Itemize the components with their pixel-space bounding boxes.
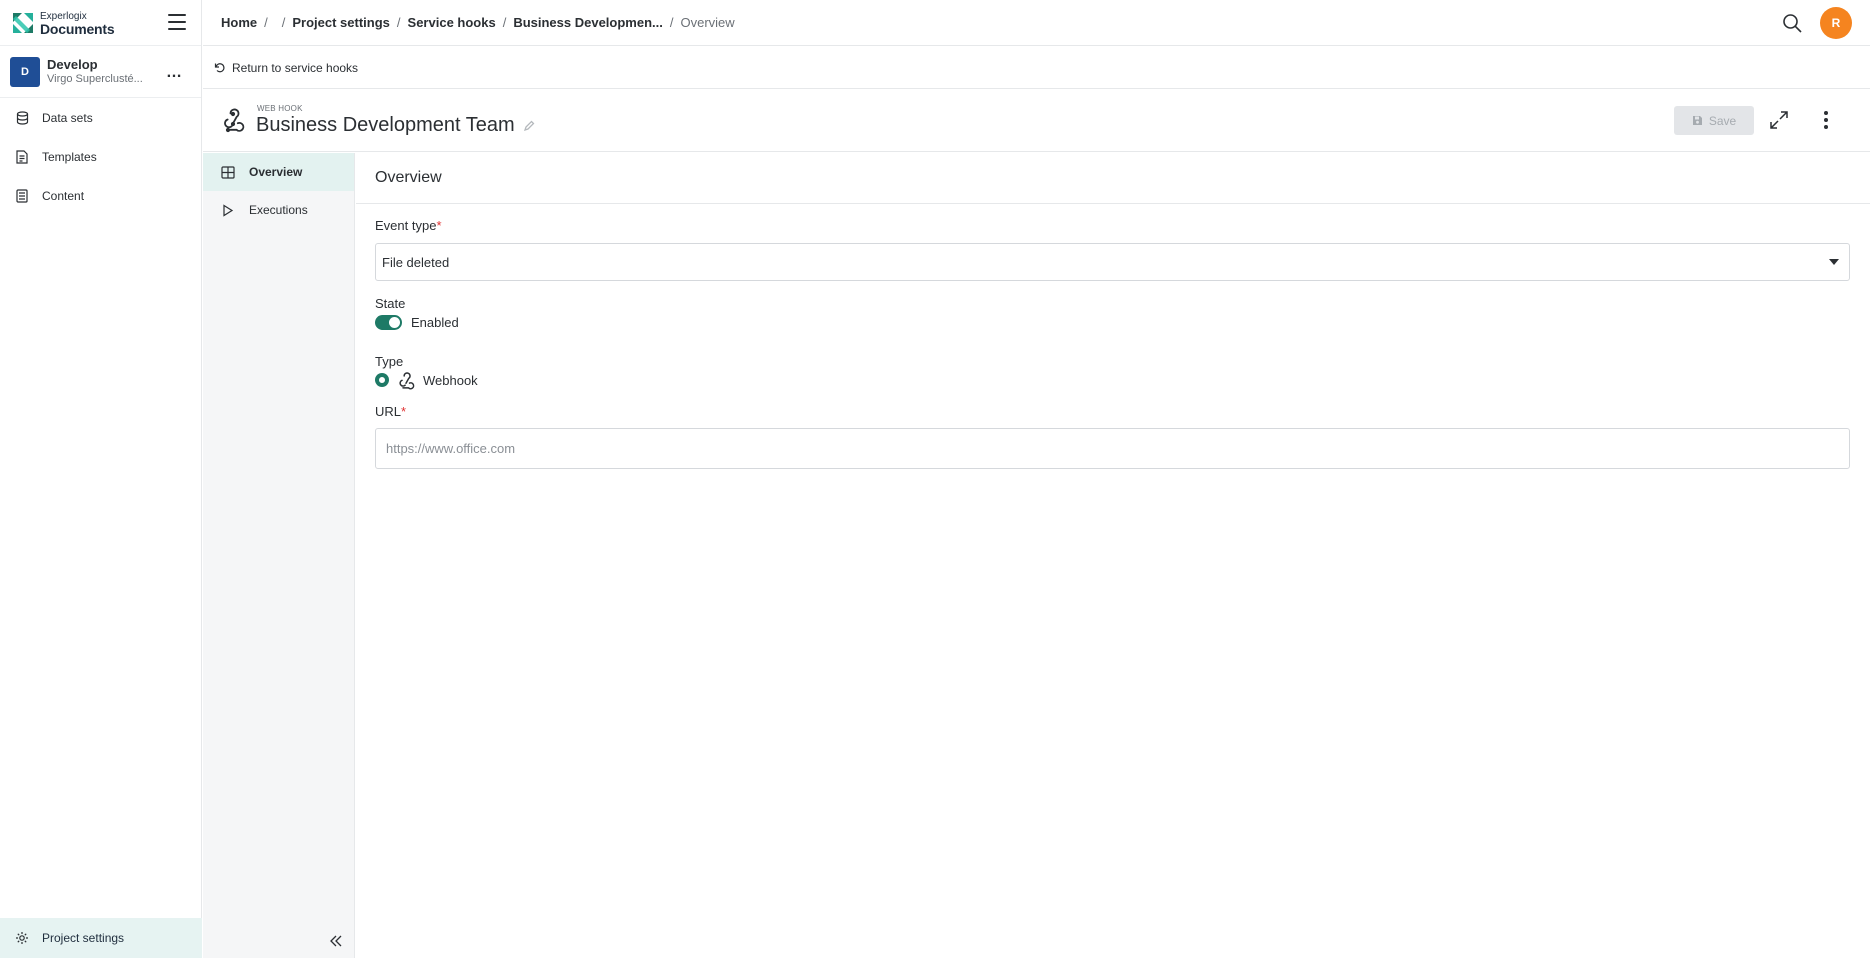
top-bar: Home / / Project settings / Service hook…: [203, 0, 1870, 46]
expand-icon[interactable]: [1768, 109, 1790, 131]
main-content: Overview Event type* File deleted State …: [356, 153, 1870, 958]
sidebar-item-project-settings[interactable]: Project settings: [0, 918, 202, 958]
breadcrumb-project-settings[interactable]: Project settings: [292, 15, 390, 30]
sidebar-item-templates[interactable]: Templates: [0, 137, 201, 176]
pencil-icon[interactable]: [523, 120, 535, 132]
menu-toggle-button[interactable]: [168, 14, 186, 30]
type-value: Webhook: [423, 373, 478, 388]
breadcrumb-separator: /: [396, 15, 401, 30]
sidebar-item-content[interactable]: Content: [0, 176, 201, 215]
template-icon: [15, 149, 29, 164]
sidebar-item-label: Data sets: [42, 110, 93, 125]
return-link[interactable]: Return to service hooks: [203, 47, 1870, 89]
project-more-button[interactable]: …: [166, 64, 183, 82]
more-options-button[interactable]: [1821, 109, 1831, 131]
sidebar: Experlogix Documents D Develop Virgo Sup…: [0, 0, 202, 958]
play-icon: [221, 203, 235, 217]
database-icon: [15, 110, 29, 125]
content-icon: [15, 188, 29, 203]
breadcrumb-separator: /: [502, 15, 507, 30]
sidebar-nav: Data sets Templates Content: [0, 98, 201, 215]
undo-icon: [214, 62, 225, 72]
gear-icon: [16, 932, 28, 944]
project-name: Develop: [47, 56, 98, 72]
floppy-icon: [1692, 115, 1703, 126]
breadcrumb-hook[interactable]: Business Developmen...: [513, 15, 663, 30]
required-mark: *: [401, 404, 407, 419]
grid-icon: [221, 165, 235, 179]
tab-executions[interactable]: Executions: [203, 191, 354, 229]
state-value: Enabled: [411, 315, 459, 330]
tab-overview[interactable]: Overview: [203, 153, 354, 191]
logo-icon: [13, 12, 33, 33]
collapse-icon[interactable]: [329, 934, 343, 948]
project-subtitle: Virgo Superclusté...: [47, 72, 143, 85]
logo-row: Experlogix Documents: [0, 0, 201, 46]
event-type-label: Event type*: [375, 218, 442, 233]
breadcrumb-separator: /: [264, 15, 268, 30]
required-mark: *: [436, 218, 442, 233]
breadcrumb-separator: /: [669, 15, 674, 30]
type-label: Type: [375, 354, 404, 369]
event-type-select[interactable]: File deleted: [375, 243, 1850, 281]
state-label: State: [375, 296, 406, 311]
page-kicker: WEB HOOK: [257, 104, 303, 113]
event-type-value: File deleted: [382, 254, 450, 270]
project-switcher[interactable]: D Develop Virgo Superclusté... …: [0, 46, 201, 98]
type-webhook-radio[interactable]: [375, 373, 389, 387]
webhook-icon: [224, 108, 245, 133]
page-header: WEB HOOK Business Development Team Save: [203, 90, 1870, 152]
detail-subnav: Overview Executions: [203, 153, 355, 958]
sidebar-item-label: Templates: [42, 149, 97, 164]
caret-down-icon: [1829, 259, 1839, 265]
sidebar-item-data-sets[interactable]: Data sets: [0, 98, 201, 137]
breadcrumb-separator: /: [281, 15, 286, 30]
tab-label: Overview: [249, 165, 303, 179]
sidebar-item-label: Project settings: [42, 931, 125, 945]
save-button-label: Save: [1708, 113, 1737, 128]
breadcrumb-current: Overview: [680, 15, 735, 30]
sidebar-item-label: Content: [42, 188, 85, 203]
hamburger-icon: [168, 14, 186, 16]
save-button[interactable]: Save: [1674, 106, 1754, 135]
return-link-label: Return to service hooks: [232, 60, 359, 75]
tab-label: Executions: [249, 203, 308, 217]
webhook-icon: [399, 372, 415, 390]
breadcrumb-service-hooks[interactable]: Service hooks: [408, 15, 496, 30]
logo-line2: Documents: [40, 20, 115, 37]
page-title: Business Development Team: [256, 114, 515, 136]
search-icon[interactable]: [1782, 13, 1802, 33]
state-toggle[interactable]: [375, 315, 402, 330]
user-avatar[interactable]: R: [1820, 7, 1852, 39]
section-title: Overview: [356, 153, 1870, 204]
kebab-icon: [1824, 111, 1828, 115]
url-input[interactable]: [375, 428, 1850, 469]
breadcrumb-home[interactable]: Home: [221, 15, 257, 30]
logo-text: Experlogix Documents: [40, 11, 115, 37]
project-avatar: D: [10, 56, 40, 87]
url-label: URL*: [375, 404, 407, 419]
